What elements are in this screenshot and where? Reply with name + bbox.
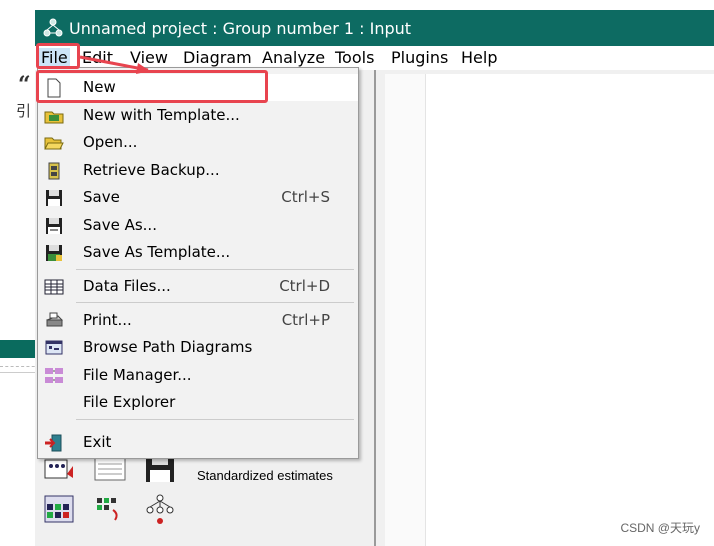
menu-item-save-as-template[interactable]: Save As Template... — [38, 239, 358, 266]
background-bar — [0, 340, 40, 358]
background-text: 引 — [16, 102, 32, 120]
file-manager-icon — [45, 368, 63, 383]
data-files-icon — [44, 279, 64, 295]
menu-tools[interactable]: Tools — [333, 48, 376, 67]
annotation-box-new — [36, 70, 268, 103]
menu-item-browse-path-diagrams[interactable]: Browse Path Diagrams — [38, 334, 358, 361]
menu-item-label: File Explorer — [83, 393, 176, 411]
menu-item-label: Exit — [83, 433, 112, 451]
menu-item-exit[interactable]: Exit — [38, 429, 358, 456]
app-logo-icon — [43, 18, 63, 37]
menu-separator — [76, 419, 354, 420]
window-title: Unnamed project : Group number 1 : Input — [69, 19, 412, 38]
menu-item-new-with-template[interactable]: New with Template... — [38, 102, 358, 129]
menu-plugins[interactable]: Plugins — [389, 48, 450, 67]
data-window-icon[interactable] — [43, 492, 77, 526]
canvas-ruler — [385, 74, 426, 546]
background-divider-2 — [0, 372, 40, 373]
menu-separator — [76, 269, 354, 270]
background-page: “ 引 — [0, 0, 40, 546]
menu-edit[interactable]: Edit — [80, 48, 115, 67]
watermark: CSDN @天玩y — [620, 521, 700, 535]
save-as-icon — [46, 218, 62, 234]
panel-splitter[interactable] — [374, 70, 376, 546]
menu-item-label: Data Files... — [83, 277, 171, 295]
tree-diagram-icon[interactable] — [143, 492, 177, 526]
menu-item-label: Browse Path Diagrams — [83, 338, 253, 356]
menu-item-label: Save As... — [83, 216, 157, 234]
annotation-box-file — [36, 43, 80, 69]
background-divider — [0, 366, 40, 367]
menu-item-print[interactable]: Print... Ctrl+P — [38, 307, 358, 334]
menu-item-label: Open... — [83, 133, 138, 151]
file-menu-dropdown: New New with Template... Open... Retriev… — [37, 67, 359, 459]
menu-item-save-as[interactable]: Save As... — [38, 212, 358, 239]
menu-item-file-manager[interactable]: File Manager... — [38, 362, 358, 389]
menu-item-save[interactable]: Save Ctrl+S — [38, 184, 358, 211]
title-bar: Unnamed project : Group number 1 : Input — [35, 10, 714, 46]
shortcut-label: Ctrl+P — [281, 311, 330, 329]
open-folder-icon — [44, 137, 64, 150]
printer-icon — [46, 312, 63, 327]
save-icon — [46, 190, 62, 206]
standardized-estimates-option[interactable]: Standardized estimates — [197, 468, 333, 483]
menu-diagram[interactable]: Diagram — [181, 48, 254, 67]
save-template-icon — [46, 245, 62, 261]
menu-item-retrieve-backup[interactable]: Retrieve Backup... — [38, 157, 358, 184]
menu-item-label: New with Template... — [83, 106, 240, 124]
diagram-canvas[interactable] — [385, 74, 714, 546]
quote-glyph: “ — [18, 72, 31, 98]
backup-icon — [48, 162, 60, 180]
folder-template-icon — [44, 111, 64, 124]
menu-analyze[interactable]: Analyze — [260, 48, 327, 67]
menu-separator — [76, 302, 354, 303]
select-data-icon[interactable] — [93, 492, 127, 526]
menu-item-file-explorer[interactable]: File Explorer — [38, 389, 358, 416]
menu-item-label: File Manager... — [83, 366, 192, 384]
menu-item-label: Save As Template... — [83, 243, 231, 261]
exit-icon — [45, 434, 62, 452]
menu-item-label: Retrieve Backup... — [83, 161, 220, 179]
menu-item-data-files[interactable]: Data Files... Ctrl+D — [38, 273, 358, 300]
browse-diagrams-icon — [45, 340, 63, 355]
shortcut-label: Ctrl+S — [281, 188, 330, 206]
menu-item-label: Print... — [83, 311, 132, 329]
menu-help[interactable]: Help — [459, 48, 499, 67]
menu-view[interactable]: View — [128, 48, 170, 67]
menu-item-label: Save — [83, 188, 120, 206]
shortcut-label: Ctrl+D — [279, 277, 330, 295]
menu-item-open[interactable]: Open... — [38, 129, 358, 156]
